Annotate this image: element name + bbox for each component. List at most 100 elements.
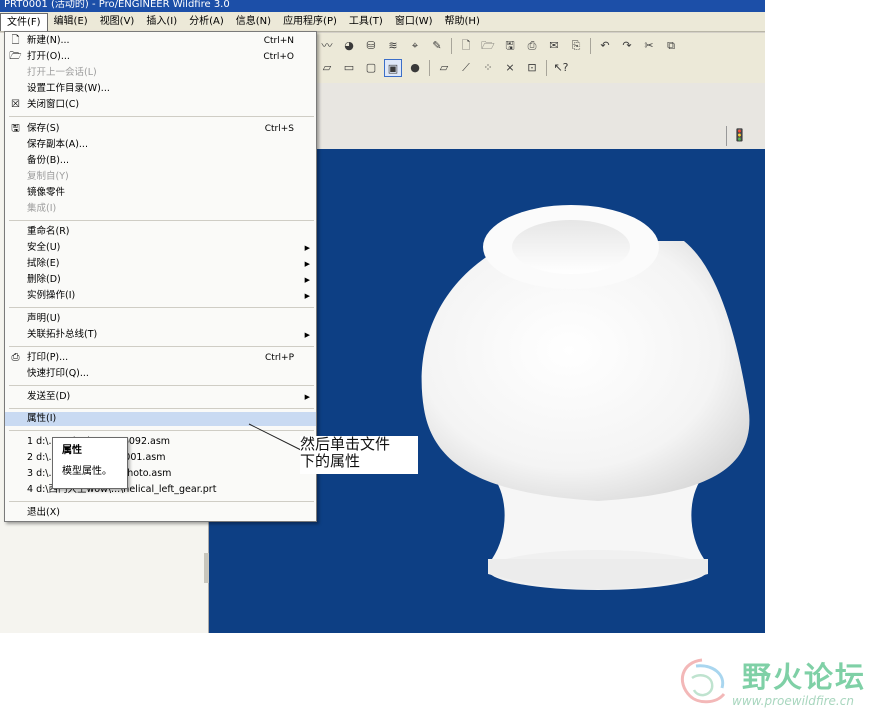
cut-icon[interactable]: ✂ — [640, 37, 658, 55]
submenu-arrow-icon: ▶ — [304, 393, 310, 401]
new-file-icon[interactable]: 🗋 — [457, 37, 475, 55]
submenu-arrow-icon: ▶ — [304, 292, 310, 300]
menu-backup[interactable]: 备份(B)... — [5, 154, 316, 168]
save-icon: 🖫 — [11, 123, 20, 134]
annotate-icon[interactable]: ✎ — [428, 37, 446, 55]
datum-axis-icon[interactable]: ⟋ — [457, 59, 475, 77]
datum-plane-icon[interactable]: ⏥ — [435, 59, 453, 77]
email-link-icon[interactable]: ⎘ — [567, 37, 585, 55]
main-toolbar: 〰 ◕ ⛁ ≋ ⌖ ✎ 🗋 🗁 🖫 ⎙ ✉ ⎘ ↶ ↷ ✂ ⧉ ▱ ▭ ▢ ▣ … — [316, 33, 765, 83]
datum-point-icon[interactable]: ⁘ — [479, 59, 497, 77]
menu-rename-label: 重命名(R) — [27, 226, 70, 237]
shading-icon[interactable]: ◕ — [340, 37, 358, 55]
menu-topology-bus[interactable]: 关联拓扑总线(T) ▶ — [5, 328, 316, 342]
menu-exit[interactable]: 退出(X) — [5, 506, 316, 520]
coordinate-system-icon[interactable]: ⨯ — [501, 59, 519, 77]
undo-icon[interactable]: ↶ — [596, 37, 614, 55]
menu-instance-label: 安全(U) — [27, 242, 61, 253]
menu-set-working-dir[interactable]: 设置工作目录(W)... — [5, 82, 316, 96]
menu-separator — [9, 220, 314, 221]
menu-window[interactable]: 窗口(W) — [389, 13, 439, 31]
menu-new-shortcut: Ctrl+N — [263, 36, 294, 46]
appearance-icon[interactable]: ● — [406, 59, 424, 77]
menu-separator — [9, 501, 314, 502]
menu-open-label: 打开(O)... — [27, 51, 70, 62]
regen-icon[interactable]: ⛁ — [362, 37, 380, 55]
watermark-url: www.proewildfire.cn — [732, 694, 854, 708]
menu-instance[interactable]: 安全(U) ▶ — [5, 241, 316, 255]
status-separator — [726, 126, 727, 146]
tooltip-title: 属性 — [62, 445, 82, 456]
no-hidden-icon[interactable]: ▢ — [362, 59, 380, 77]
menu-analysis[interactable]: 分析(A) — [183, 13, 230, 31]
menu-new[interactable]: 🗋 新建(N)... Ctrl+N — [5, 34, 316, 48]
menu-separator — [9, 116, 314, 117]
shaded-box-icon[interactable]: ▣ — [384, 59, 402, 77]
menu-copy-from-label: 复制自(Y) — [27, 171, 69, 182]
menu-view[interactable]: 视图(V) — [94, 13, 141, 31]
menu-declare-label: 声明(U) — [27, 313, 61, 324]
submenu-arrow-icon: ▶ — [304, 244, 310, 252]
datum-tag-icon[interactable]: ⊡ — [523, 59, 541, 77]
hidden-line-icon[interactable]: ▭ — [340, 59, 358, 77]
open-folder-icon[interactable]: 🗁 — [479, 37, 497, 55]
menu-save-copy[interactable]: 保存副本(A)... — [5, 138, 316, 152]
menu-erase[interactable]: 拭除(E) ▶ — [5, 257, 316, 271]
menu-save-shortcut: Ctrl+S — [264, 124, 294, 134]
spin-center-icon[interactable]: ⌖ — [406, 37, 424, 55]
datum-curve-icon[interactable]: 〰 — [318, 37, 336, 55]
menu-separator — [9, 408, 314, 409]
submenu-arrow-icon: ▶ — [304, 331, 310, 339]
menu-delete[interactable]: 删除(D) ▶ — [5, 273, 316, 287]
toolbar-separator — [451, 38, 452, 54]
menu-instance-ops[interactable]: 实例操作(I) ▶ — [5, 289, 316, 303]
menu-file[interactable]: 文件(F) — [0, 12, 48, 31]
menu-copy-from[interactable]: 复制自(Y) — [5, 170, 316, 184]
watermark-title: 野火论坛 — [742, 660, 867, 694]
annotation-callout: 然后单击文件 下的属性 — [300, 436, 418, 474]
menu-save[interactable]: 🖫 保存(S) Ctrl+S — [5, 122, 316, 136]
annotation-pointer-line — [248, 423, 302, 451]
annotation-line-2: 下的属性 — [300, 452, 361, 470]
menu-quick-print[interactable]: 快速打印(Q)... — [5, 367, 316, 381]
menu-exit-label: 退出(X) — [27, 507, 60, 518]
menu-declare[interactable]: 声明(U) — [5, 312, 316, 326]
menu-new-label: 新建(N)... — [27, 35, 70, 46]
copy-icon[interactable]: ⧉ — [662, 37, 680, 55]
menu-separator — [9, 385, 314, 386]
annotation-line-1: 然后单击文件 — [300, 435, 391, 453]
menu-print[interactable]: ⎙ 打印(P)... Ctrl+P — [5, 351, 316, 365]
traffic-light-icon[interactable]: 🚦 — [732, 128, 747, 144]
layers-icon[interactable]: ≋ — [384, 37, 402, 55]
menu-applications[interactable]: 应用程序(P) — [277, 13, 343, 31]
menu-mirror-part-label: 镜像零件 — [27, 187, 66, 198]
menu-integrate[interactable]: 集成(I) — [5, 202, 316, 216]
menu-close-window[interactable]: ☒ 关闭窗口(C) — [5, 98, 316, 112]
toolbar-separator — [429, 60, 430, 76]
email-icon[interactable]: ✉ — [545, 37, 563, 55]
menu-help[interactable]: 帮助(H) — [439, 13, 486, 31]
menu-send-to[interactable]: 发送至(D) ▶ — [5, 390, 316, 404]
wireframe-icon[interactable]: ▱ — [318, 59, 336, 77]
menu-open-last-session[interactable]: 打开上一会话(L) — [5, 66, 316, 80]
menu-instance-ops-label: 实例操作(I) — [27, 290, 76, 301]
print-icon[interactable]: ⎙ — [523, 37, 541, 55]
menu-open[interactable]: 🗁 打开(O)... Ctrl+O — [5, 50, 316, 64]
menu-edit[interactable]: 编辑(E) — [48, 13, 94, 31]
open-folder-icon: 🗁 — [9, 51, 22, 62]
menu-backup-label: 备份(B)... — [27, 155, 69, 166]
context-help-icon[interactable]: ↖? — [552, 59, 570, 77]
toolbar-separator — [546, 60, 547, 76]
save-icon[interactable]: 🖫 — [501, 37, 519, 55]
menu-rename[interactable]: 重命名(R) — [5, 225, 316, 239]
menu-tools[interactable]: 工具(T) — [343, 13, 389, 31]
menu-insert[interactable]: 插入(I) — [140, 13, 183, 31]
submenu-arrow-icon: ▶ — [304, 260, 310, 268]
redo-icon[interactable]: ↷ — [618, 37, 636, 55]
menu-mirror-part[interactable]: 镜像零件 — [5, 186, 316, 200]
submenu-arrow-icon: ▶ — [304, 276, 310, 284]
forum-watermark: 野火论坛 www.proewildfire.cn — [672, 652, 877, 714]
menu-open-shortcut: Ctrl+O — [263, 52, 294, 62]
menu-close-window-label: 关闭窗口(C) — [27, 99, 80, 110]
menu-info[interactable]: 信息(N) — [230, 13, 277, 31]
